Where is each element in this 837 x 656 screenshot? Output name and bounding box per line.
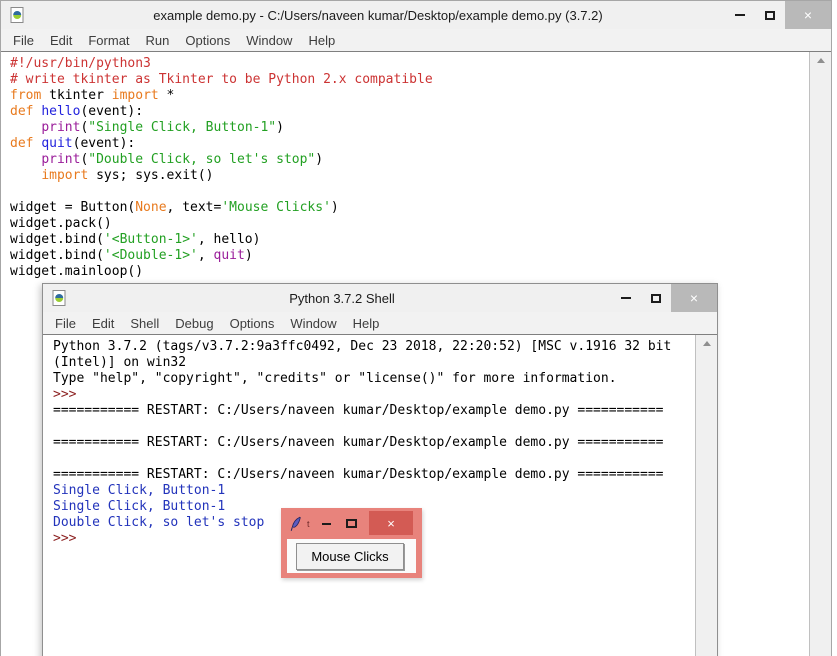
- editor-scrollbar[interactable]: [809, 52, 831, 656]
- editor-menubar: File Edit Format Run Options Window Help: [1, 29, 831, 51]
- code-line: import sys; sys.exit(): [41, 168, 214, 183]
- menu-item-run[interactable]: Run: [138, 33, 178, 48]
- maximize-icon: [651, 293, 661, 303]
- menu-item-file[interactable]: File: [5, 33, 42, 48]
- code-line: widget.pack(): [10, 216, 112, 231]
- tk-titlebar[interactable]: t ×: [281, 508, 422, 536]
- mouse-clicks-button[interactable]: Mouse Clicks: [296, 543, 404, 570]
- code-line: widget.mainloop(): [10, 264, 144, 279]
- shell-menubar: File Edit Shell Debug Options Window Help: [43, 312, 717, 334]
- tk-client-area: Mouse Clicks: [287, 539, 416, 573]
- code-line: def quit(event):: [10, 136, 136, 151]
- tk-widget-window: t × Mouse Clicks: [281, 508, 422, 578]
- scroll-up-icon[interactable]: [810, 52, 831, 69]
- code-line: print("Double Click, so let's stop"): [41, 152, 324, 167]
- shell-titlebar[interactable]: Python 3.7.2 Shell ×: [43, 284, 717, 312]
- menu-item-help[interactable]: Help: [300, 33, 343, 48]
- editor-minimize-button[interactable]: [725, 1, 755, 29]
- shell-line: =========== RESTART: C:/Users/naveen kum…: [53, 403, 664, 418]
- code-line: widget = Button(None, text='Mouse Clicks…: [10, 200, 339, 215]
- code-line: print("Single Click, Button-1"): [41, 120, 284, 135]
- shell-window-title: Python 3.7.2 Shell: [289, 290, 395, 306]
- tk-close-button[interactable]: ×: [369, 511, 413, 535]
- code-line: from tkinter import *: [10, 88, 175, 103]
- menu-item-debug[interactable]: Debug: [167, 316, 221, 331]
- menu-item-edit[interactable]: Edit: [84, 316, 122, 331]
- scroll-up-icon[interactable]: [696, 335, 717, 352]
- shell-minimize-button[interactable]: [611, 284, 641, 312]
- menu-item-format[interactable]: Format: [80, 33, 137, 48]
- tk-feather-icon[interactable]: [289, 516, 302, 532]
- minimize-icon: [735, 14, 745, 16]
- editor-titlebar[interactable]: example demo.py - C:/Users/naveen kumar/…: [1, 1, 831, 29]
- menu-item-window[interactable]: Window: [282, 316, 344, 331]
- shell-line: (Intel)] on win32: [53, 355, 187, 370]
- editor-maximize-button[interactable]: [755, 1, 785, 29]
- code-line: widget.bind('<Button-1>', hello): [10, 232, 261, 247]
- maximize-icon: [765, 10, 775, 20]
- code-line: widget.bind('<Double-1>', quit): [10, 248, 253, 263]
- shell-scrollbar[interactable]: [695, 335, 717, 656]
- menu-item-help[interactable]: Help: [345, 316, 388, 331]
- idle-app-icon[interactable]: [10, 7, 25, 23]
- code-line: # write tkinter as Tkinter to be Python …: [10, 72, 433, 87]
- minimize-icon: [621, 297, 631, 299]
- shell-line: =========== RESTART: C:/Users/naveen kum…: [53, 435, 664, 450]
- code-line: #!/usr/bin/python3: [10, 56, 151, 71]
- shell-line: Python 3.7.2 (tags/v3.7.2:9a3ffc0492, De…: [53, 339, 672, 354]
- menu-item-options[interactable]: Options: [222, 316, 283, 331]
- shell-close-button[interactable]: ×: [671, 284, 717, 312]
- python-shell-window: Python 3.7.2 Shell × File Edit Shell Debug O…: [42, 283, 718, 656]
- tk-window-title: t: [307, 518, 310, 529]
- desktop: example demo.py - C:/Users/naveen kumar/…: [0, 0, 837, 656]
- tk-minimize-button[interactable]: [321, 522, 331, 525]
- idle-app-icon[interactable]: [52, 290, 67, 306]
- tk-maximize-button[interactable]: [345, 519, 357, 528]
- code-line: def hello(event):: [10, 104, 144, 119]
- shell-line: Single Click, Button-1: [53, 483, 226, 498]
- menu-item-shell[interactable]: Shell: [122, 316, 167, 331]
- menu-item-window[interactable]: Window: [238, 33, 300, 48]
- shell-line: >>>: [53, 387, 85, 402]
- shell-line: Type "help", "copyright", "credits" or "…: [53, 371, 617, 386]
- shell-maximize-button[interactable]: [641, 284, 671, 312]
- menu-item-options[interactable]: Options: [177, 33, 238, 48]
- shell-line: =========== RESTART: C:/Users/naveen kum…: [53, 467, 664, 482]
- menu-item-file[interactable]: File: [47, 316, 84, 331]
- menu-item-edit[interactable]: Edit: [42, 33, 80, 48]
- shell-output-area[interactable]: Python 3.7.2 (tags/v3.7.2:9a3ffc0492, De…: [43, 335, 695, 656]
- shell-text-frame: Python 3.7.2 (tags/v3.7.2:9a3ffc0492, De…: [43, 334, 717, 656]
- editor-window-title: example demo.py - C:/Users/naveen kumar/…: [153, 7, 603, 23]
- editor-close-button[interactable]: ×: [785, 1, 831, 29]
